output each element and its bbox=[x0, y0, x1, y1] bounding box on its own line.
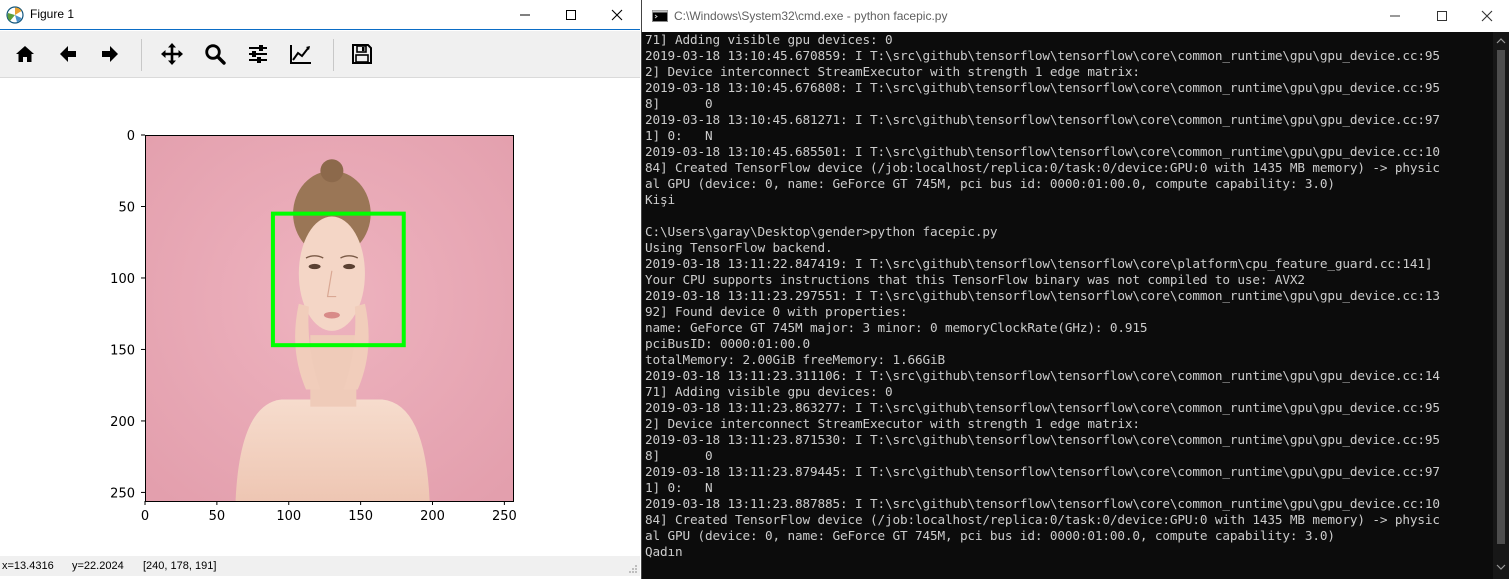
console-line: 2019-03-18 13:10:45.685501: I T:\src\git… bbox=[645, 144, 1440, 159]
console-line: totalMemory: 2.00GiB freeMemory: 1.66GiB bbox=[645, 352, 945, 367]
console-line: 71] Adding visible gpu devices: 0 bbox=[645, 32, 893, 47]
axes[interactable]: 0 50 100 150 200 250 0 50 100 150 200 250 bbox=[0, 78, 640, 556]
edit-axis-button[interactable] bbox=[283, 35, 319, 73]
back-button[interactable] bbox=[50, 35, 86, 73]
console-line: 8] 0 bbox=[645, 448, 713, 463]
y-tick-label: 0 bbox=[127, 129, 135, 144]
maximize-button[interactable] bbox=[548, 0, 594, 30]
console-line: 2019-03-18 13:10:45.676808: I T:\src\git… bbox=[645, 80, 1440, 95]
maximize-icon bbox=[1437, 11, 1447, 21]
console-line: 2019-03-18 13:11:23.879445: I T:\src\git… bbox=[645, 464, 1440, 479]
console-line: 1] 0: N bbox=[645, 128, 713, 143]
console-line: 2019-03-18 13:11:23.297551: I T:\src\git… bbox=[645, 288, 1440, 303]
console-maximize-button[interactable] bbox=[1419, 0, 1465, 32]
close-button[interactable] bbox=[594, 0, 640, 30]
pixel-rgb-readout: [240, 178, 191] bbox=[143, 560, 217, 572]
console-line: al GPU (device: 0, name: GeForce GT 745M… bbox=[645, 176, 1335, 191]
toolbar-separator bbox=[141, 39, 142, 71]
console-line: 2] Device interconnect StreamExecutor wi… bbox=[645, 416, 1140, 431]
edit-axis-icon bbox=[290, 45, 311, 64]
home-icon bbox=[16, 46, 34, 62]
y-tick-label: 250 bbox=[110, 486, 135, 501]
x-tick-label: 150 bbox=[348, 509, 373, 524]
console-line: al GPU (device: 0, name: GeForce GT 745M… bbox=[645, 528, 1335, 543]
resize-grip-icon[interactable] bbox=[628, 564, 638, 574]
minimize-icon bbox=[520, 14, 530, 16]
forward-button[interactable] bbox=[92, 35, 128, 73]
console-title-bar[interactable]: C:\Windows\System32\cmd.exe - python fac… bbox=[642, 0, 1509, 32]
console-line: 2019-03-18 13:11:23.863277: I T:\src\git… bbox=[645, 400, 1440, 415]
matplotlib-logo-icon bbox=[6, 6, 24, 24]
x-tick-label: 100 bbox=[276, 509, 301, 524]
x-tick-label: 200 bbox=[420, 509, 445, 524]
console-line: 2019-03-18 13:10:45.681271: I T:\src\git… bbox=[645, 112, 1440, 127]
status-bar: x=13.4316 y=22.2024 [240, 178, 191] bbox=[0, 556, 640, 576]
figure-window: Figure 1 0 50 100 150 200 250 0 50 100 1… bbox=[0, 0, 640, 579]
navigation-toolbar bbox=[0, 31, 640, 78]
minimize-icon bbox=[1390, 15, 1400, 17]
save-button[interactable] bbox=[344, 35, 380, 73]
console-line: Kişi bbox=[645, 192, 675, 207]
figure-title: Figure 1 bbox=[30, 7, 75, 21]
console-line: 2019-03-18 13:11:23.887885: I T:\src\git… bbox=[645, 496, 1440, 511]
cursor-y-readout: y=22.2024 bbox=[72, 560, 124, 572]
close-icon bbox=[611, 9, 623, 21]
console-line: 2] Device interconnect StreamExecutor wi… bbox=[645, 64, 1140, 79]
home-button[interactable] bbox=[7, 35, 43, 73]
forward-arrow-icon bbox=[102, 46, 118, 62]
console-output[interactable]: 71] Adding visible gpu devices: 0 2019-03… bbox=[642, 32, 1494, 577]
console-line: 2019-03-18 13:11:23.871530: I T:\src\git… bbox=[645, 432, 1440, 447]
x-tick-label: 50 bbox=[209, 509, 226, 524]
zoom-button[interactable] bbox=[197, 35, 233, 73]
console-line: Using TensorFlow backend. bbox=[645, 240, 833, 255]
console-line: 2019-03-18 13:11:23.311106: I T:\src\git… bbox=[645, 368, 1440, 383]
console-minimize-button[interactable] bbox=[1372, 0, 1418, 32]
y-axis: 0 50 100 150 200 250 bbox=[110, 129, 145, 501]
zoom-icon bbox=[205, 44, 226, 65]
console-window: C:\Windows\System32\cmd.exe - python fac… bbox=[641, 0, 1509, 579]
plot-canvas[interactable]: 0 50 100 150 200 250 0 50 100 150 200 250 bbox=[0, 78, 640, 556]
scrollbar-thumb[interactable] bbox=[1497, 50, 1505, 544]
console-scrollbar[interactable] bbox=[1493, 32, 1509, 579]
console-line: 84] Created TensorFlow device (/job:loca… bbox=[645, 160, 1440, 175]
y-tick-label: 150 bbox=[110, 343, 135, 358]
console-line: 8] 0 bbox=[645, 96, 713, 111]
y-tick-label: 100 bbox=[110, 272, 135, 287]
console-line: name: GeForce GT 745M major: 3 minor: 0 … bbox=[645, 320, 1148, 335]
y-tick-label: 50 bbox=[118, 200, 135, 215]
y-tick-label: 200 bbox=[110, 415, 135, 430]
x-axis: 0 50 100 150 200 250 bbox=[141, 501, 517, 524]
minimize-button[interactable] bbox=[502, 0, 548, 30]
configure-subplots-button[interactable] bbox=[240, 35, 276, 73]
x-tick-label: 250 bbox=[492, 509, 517, 524]
console-line: 2019-03-18 13:11:22.847419: I T:\src\git… bbox=[645, 256, 1433, 271]
console-line: 71] Adding visible gpu devices: 0 bbox=[645, 384, 893, 399]
command-prompt-icon bbox=[652, 10, 668, 22]
back-arrow-icon bbox=[60, 46, 76, 62]
console-line: C:\Users\garay\Desktop\gender>python fac… bbox=[645, 224, 998, 239]
console-line: Qadın bbox=[645, 544, 683, 559]
console-line: 2019-03-18 13:10:45.670859: I T:\src\git… bbox=[645, 48, 1440, 63]
pan-button[interactable] bbox=[154, 35, 190, 73]
configure-subplots-icon bbox=[249, 45, 267, 63]
console-line: Your CPU supports instructions that this… bbox=[645, 272, 1305, 287]
console-line: 92] Found device 0 with properties: bbox=[645, 304, 908, 319]
close-icon bbox=[1481, 10, 1493, 22]
console-line: pciBusID: 0000:01:00.0 bbox=[645, 336, 810, 351]
console-close-button[interactable] bbox=[1464, 0, 1509, 32]
figure-title-bar[interactable]: Figure 1 bbox=[0, 0, 640, 30]
save-icon bbox=[352, 44, 372, 64]
console-line: 1] 0: N bbox=[645, 480, 713, 495]
displayed-image bbox=[145, 135, 513, 501]
toolbar-separator bbox=[333, 39, 334, 71]
console-line: 84] Created TensorFlow device (/job:loca… bbox=[645, 512, 1440, 527]
console-title: C:\Windows\System32\cmd.exe - python fac… bbox=[674, 9, 948, 23]
scroll-down-icon[interactable] bbox=[1496, 562, 1506, 572]
maximize-icon bbox=[566, 10, 576, 20]
cursor-x-readout: x=13.4316 bbox=[2, 560, 54, 572]
pan-icon bbox=[161, 43, 183, 65]
scroll-up-icon[interactable] bbox=[1496, 36, 1506, 46]
x-tick-label: 0 bbox=[141, 509, 149, 524]
